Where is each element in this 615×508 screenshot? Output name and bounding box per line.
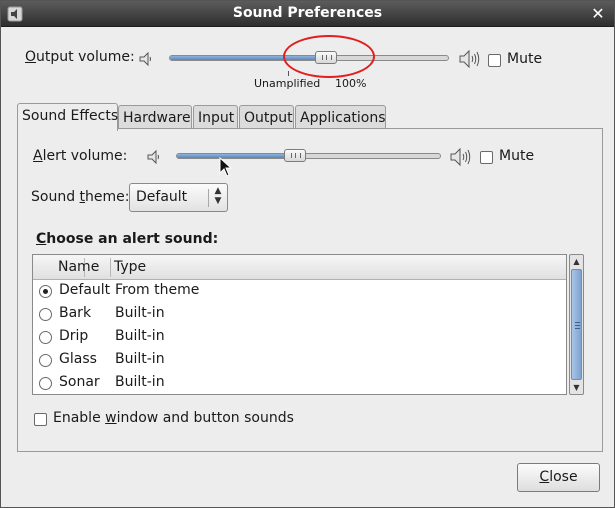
alert-speaker-high-icon — [450, 147, 471, 167]
list-header: Name Type — [33, 255, 566, 280]
alert-sound-list[interactable]: Name Type Default From theme Bark Built-… — [32, 254, 567, 395]
enable-sounds-label: Enable window and button sounds — [53, 410, 294, 426]
sound-radio[interactable] — [39, 331, 52, 344]
sound-row-bark[interactable]: Bark Built-in — [33, 303, 566, 326]
alert-volume-thumb[interactable] — [284, 149, 307, 162]
output-mute-checkbox[interactable] — [488, 54, 501, 67]
sound-name: Glass — [59, 351, 97, 367]
alert-speaker-low-icon — [147, 149, 159, 165]
tab-sound-effects[interactable]: Sound Effects — [17, 103, 118, 131]
column-divider — [110, 258, 111, 277]
unamplified-label: Unamplified — [254, 77, 321, 90]
tab-hardware[interactable]: Hardware — [118, 105, 192, 130]
sound-radio[interactable] — [39, 308, 52, 321]
alert-mute-label: Mute — [499, 148, 535, 164]
title-bar[interactable]: Sound Preferences ✕ — [1, 1, 614, 27]
sound-type: Built-in — [115, 374, 165, 390]
enable-sounds-checkbox[interactable] — [34, 413, 47, 426]
grip-line — [575, 328, 580, 329]
scrollbar-thumb[interactable] — [571, 269, 582, 380]
scroll-up-icon[interactable]: ▲ — [571, 255, 582, 268]
percent-100-label: 100% — [335, 77, 367, 90]
choose-alert-heading: Choose an alert sound: — [36, 231, 219, 247]
sound-name: Bark — [59, 305, 92, 321]
sound-radio[interactable] — [39, 285, 52, 298]
output-mute-label: Mute — [507, 51, 543, 67]
annotation-ellipse — [283, 35, 375, 78]
tab-input[interactable]: Input — [193, 105, 238, 130]
sound-type: Built-in — [115, 351, 165, 367]
sound-type: Built-in — [115, 305, 165, 321]
column-header-name[interactable]: Name — [58, 259, 99, 275]
scroll-down-icon[interactable]: ▼ — [571, 381, 582, 394]
column-header-type[interactable]: Type — [114, 259, 146, 275]
speaker-low-icon — [139, 51, 151, 67]
close-window-icon[interactable]: ✕ — [589, 5, 607, 23]
tab-output[interactable]: Output — [239, 105, 294, 130]
combo-separator — [208, 189, 209, 207]
list-scrollbar[interactable]: ▲ ▼ — [569, 254, 584, 395]
grip-line — [575, 322, 580, 323]
alert-volume-label: Alert volume: — [33, 148, 128, 164]
sound-name: Default — [59, 282, 111, 298]
mouse-pointer-icon — [219, 157, 233, 177]
alert-mute-checkbox[interactable] — [480, 151, 493, 164]
sound-theme-value: Default — [136, 189, 188, 205]
close-button[interactable]: Close — [517, 463, 600, 492]
sound-type: From theme — [115, 282, 200, 298]
alert-volume-fill — [177, 154, 296, 158]
unamplified-tick — [288, 71, 289, 76]
sound-preferences-window: Sound Preferences ✕ Output volume: Mute … — [0, 0, 615, 508]
sound-row-default[interactable]: Default From theme — [33, 280, 566, 303]
grip-line — [575, 325, 580, 326]
sound-theme-select[interactable]: Default ▲ ▼ — [129, 183, 228, 212]
sound-type: Built-in — [115, 328, 165, 344]
sound-theme-label: Sound theme: — [31, 189, 130, 205]
sound-row-glass[interactable]: Glass Built-in — [33, 349, 566, 372]
sound-name: Drip — [59, 328, 89, 344]
sound-row-sonar[interactable]: Sonar Built-in — [33, 372, 566, 394]
sound-radio[interactable] — [39, 377, 52, 390]
sound-radio[interactable] — [39, 354, 52, 367]
updown-arrows-icon: ▲ ▼ — [214, 186, 222, 206]
sound-name: Sonar — [59, 374, 100, 390]
sound-row-drip[interactable]: Drip Built-in — [33, 326, 566, 349]
window-title: Sound Preferences — [232, 5, 383, 21]
output-volume-label: Output volume: — [25, 49, 135, 65]
alert-volume-slider[interactable] — [176, 149, 441, 162]
tab-applications[interactable]: Applications — [295, 105, 386, 130]
speaker-high-icon — [459, 49, 480, 69]
